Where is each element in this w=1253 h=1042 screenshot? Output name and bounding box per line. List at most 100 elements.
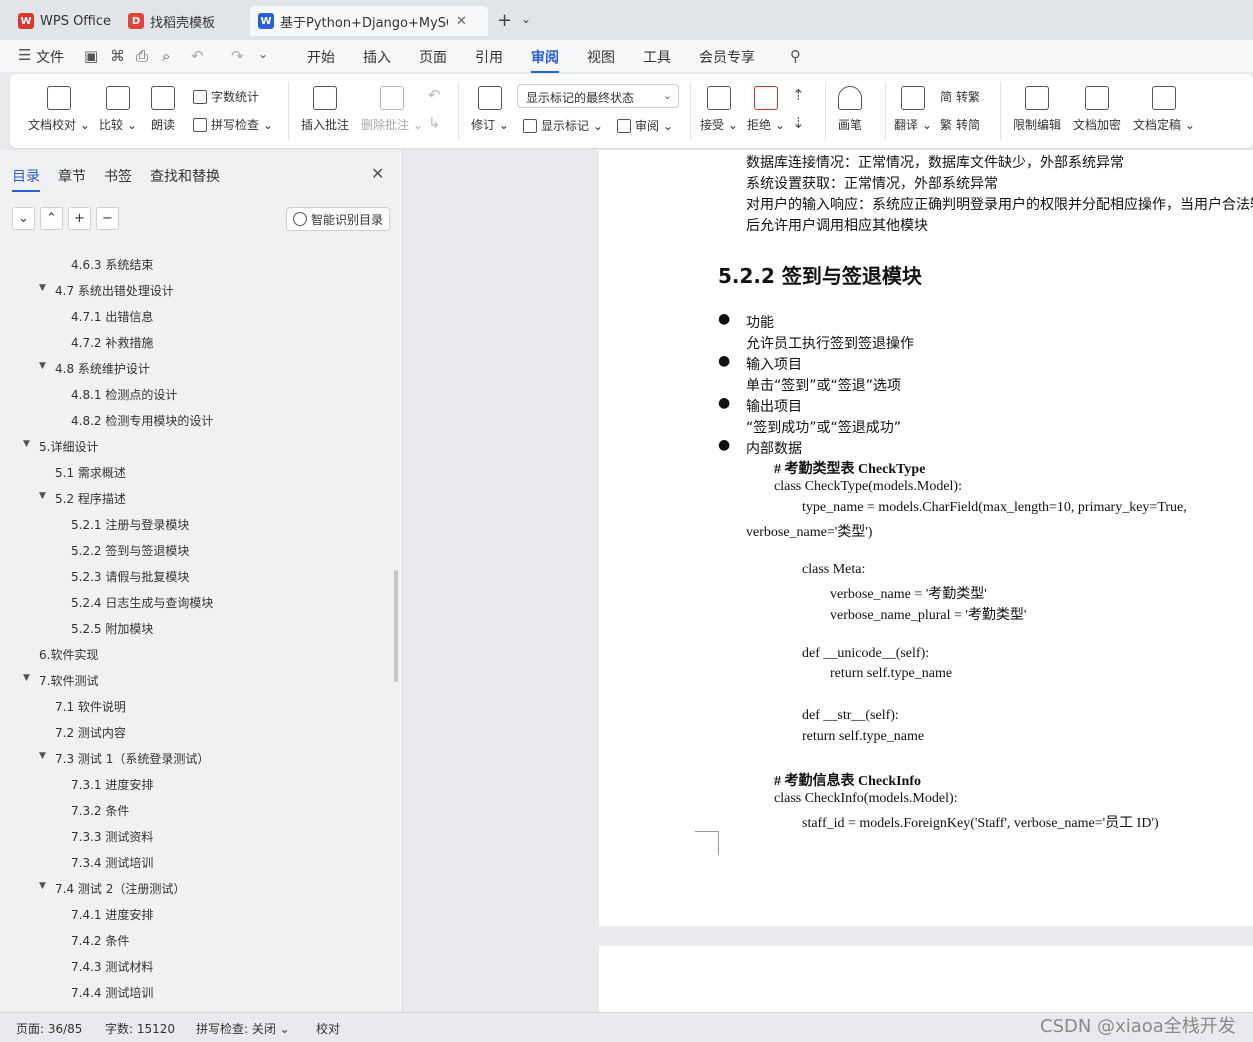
- menu-start[interactable]: 开始: [307, 47, 335, 67]
- encrypt-button[interactable]: 文档加密: [1073, 86, 1121, 133]
- search-icon[interactable]: ⚲: [790, 47, 801, 65]
- smart-toc-button[interactable]: 智能识别目录: [286, 207, 390, 231]
- expand-triangle-icon[interactable]: ▼: [39, 283, 46, 293]
- insert-comment-button[interactable]: 插入批注: [301, 86, 349, 133]
- scrollbar[interactable]: [394, 570, 398, 682]
- accept-button[interactable]: 接受 ⌄: [700, 86, 738, 133]
- expand-triangle-icon[interactable]: ▼: [39, 361, 46, 371]
- expand-triangle-icon[interactable]: ▼: [23, 439, 30, 449]
- finalize-button[interactable]: 文档定稿 ⌄: [1133, 86, 1195, 133]
- remove-heading-button[interactable]: −: [96, 207, 119, 230]
- menu-view[interactable]: 视图: [587, 47, 615, 67]
- previous-comment-icon[interactable]: ↶: [428, 86, 441, 104]
- next-revision-icon[interactable]: ⇣: [792, 114, 805, 132]
- toc-item[interactable]: 6.软件实现: [39, 646, 98, 663]
- review-pane-button[interactable]: 审阅 ⌄: [617, 117, 673, 134]
- chevron-down-icon: ⌄: [18, 211, 29, 226]
- close-icon[interactable]: ✕: [456, 14, 467, 29]
- toc-item[interactable]: 7.4.4 测试培训: [71, 984, 153, 1001]
- revise-button[interactable]: 修订 ⌄: [471, 86, 509, 133]
- nav-tab-find-replace[interactable]: 查找和替换: [150, 166, 220, 186]
- menu-file[interactable]: 文件: [36, 47, 64, 67]
- show-marks-button[interactable]: 显示标记 ⌄: [523, 117, 603, 134]
- menu-review[interactable]: 审阅: [531, 47, 559, 73]
- nav-tab-chapters[interactable]: 章节: [58, 166, 86, 186]
- new-tab-icon[interactable]: +: [497, 10, 512, 31]
- toc-item[interactable]: 7.2 测试内容: [55, 724, 126, 741]
- proofread-status[interactable]: 校对: [316, 1020, 340, 1037]
- translate-button[interactable]: 翻译 ⌄: [894, 86, 932, 133]
- print-icon[interactable]: ⎙: [136, 47, 148, 65]
- toc-item[interactable]: 5.2.3 请假与批复模块: [71, 568, 189, 585]
- more-icon[interactable]: ⌄: [258, 47, 268, 61]
- toc-item[interactable]: 7.4.3 测试材料: [71, 958, 153, 975]
- next-comment-icon[interactable]: ↳: [428, 114, 441, 132]
- pen-button[interactable]: 画笔: [838, 86, 862, 133]
- add-heading-button[interactable]: +: [68, 207, 91, 230]
- hamburger-icon[interactable]: ☰: [18, 46, 31, 64]
- toc-item[interactable]: ▼ 7.4 测试 2（注册测试）: [39, 880, 185, 897]
- word-count[interactable]: 字数: 15120: [105, 1020, 175, 1037]
- doc-check-button[interactable]: 文档校对 ⌄: [28, 86, 90, 133]
- toc-item[interactable]: ▼ 5.2 程序描述: [39, 490, 126, 507]
- toc-item[interactable]: 5.1 需求概述: [55, 464, 126, 481]
- print-preview-icon[interactable]: ⌕: [162, 47, 170, 65]
- collapse-down-button[interactable]: ⌄: [12, 207, 35, 230]
- toc-item[interactable]: ▼ 7.3 测试 1（系统登录测试）: [39, 750, 209, 767]
- toc-item[interactable]: 7.4.2 条件: [71, 932, 129, 949]
- toc-item[interactable]: ▼ 7.软件测试: [23, 672, 98, 689]
- toc-item[interactable]: 7.4.1 进度安排: [71, 906, 153, 923]
- tab-wps-office[interactable]: W WPS Office: [10, 6, 114, 36]
- menu-member[interactable]: 会员专享: [699, 47, 755, 67]
- expand-triangle-icon[interactable]: ▼: [23, 673, 30, 683]
- menu-tools[interactable]: 工具: [643, 47, 671, 67]
- close-icon[interactable]: ✕: [371, 164, 384, 183]
- toc-item[interactable]: 5.2.1 注册与登录模块: [71, 516, 189, 533]
- toc-item[interactable]: 4.8.2 检测专用模块的设计: [71, 412, 213, 429]
- tab-current-document[interactable]: W 基于Python+Django+MySQL ✕: [250, 6, 488, 36]
- spell-check-button[interactable]: 拼写检查 ⌄: [193, 116, 273, 133]
- expand-triangle-icon[interactable]: ▼: [39, 881, 46, 891]
- compare-button[interactable]: 比较 ⌄: [99, 86, 137, 133]
- to-simplified-button[interactable]: 繁 转简: [940, 116, 980, 133]
- undo-icon[interactable]: ↶: [191, 47, 204, 65]
- delete-comment-button[interactable]: 删除批注 ⌄: [361, 86, 423, 133]
- read-aloud-button[interactable]: 朗读: [151, 86, 175, 133]
- toc-item[interactable]: 4.7.1 出错信息: [71, 308, 153, 325]
- menu-insert[interactable]: 插入: [363, 47, 391, 67]
- toc-item[interactable]: 5.2.5 附加模块: [71, 620, 153, 637]
- nav-tab-bookmarks[interactable]: 书签: [104, 166, 132, 186]
- menu-page[interactable]: 页面: [419, 47, 447, 67]
- toc-item[interactable]: 7.1 软件说明: [55, 698, 126, 715]
- chevron-down-icon[interactable]: ⌄: [521, 12, 531, 26]
- toc-item[interactable]: 5.2.4 日志生成与查询模块: [71, 594, 213, 611]
- redo-icon[interactable]: ↷: [231, 47, 244, 65]
- spell-check-status[interactable]: 拼写检查: 关闭 ⌄: [196, 1020, 290, 1037]
- toc-item[interactable]: 4.7.2 补救措施: [71, 334, 153, 351]
- word-count-button[interactable]: 字数统计: [193, 88, 259, 105]
- toc-item[interactable]: ▼ 4.7 系统出错处理设计: [39, 282, 174, 299]
- toc-item[interactable]: 4.8.1 检测点的设计: [71, 386, 177, 403]
- toc-item[interactable]: 7.3.4 测试培训: [71, 854, 153, 871]
- toc-item[interactable]: 7.3.1 进度安排: [71, 776, 153, 793]
- restrict-edit-button[interactable]: 限制编辑: [1013, 86, 1061, 133]
- toc-item[interactable]: 7.3.2 条件: [71, 802, 129, 819]
- toc-item[interactable]: 5.2.2 签到与签退模块: [71, 542, 189, 559]
- share-icon[interactable]: ⌘: [110, 47, 125, 65]
- page-count[interactable]: 页面: 36/85: [16, 1020, 82, 1037]
- save-icon[interactable]: ▣: [84, 47, 98, 65]
- collapse-up-button[interactable]: ⌃: [40, 207, 63, 230]
- tab-docer[interactable]: D 找稻壳模板: [120, 6, 244, 36]
- toc-item[interactable]: 4.6.3 系统结束: [71, 256, 153, 273]
- menu-reference[interactable]: 引用: [475, 47, 503, 67]
- reject-button[interactable]: 拒绝 ⌄: [747, 86, 785, 133]
- expand-triangle-icon[interactable]: ▼: [39, 491, 46, 501]
- nav-tab-toc[interactable]: 目录: [12, 166, 40, 192]
- expand-triangle-icon[interactable]: ▼: [39, 751, 46, 761]
- to-traditional-button[interactable]: 简 转繁: [940, 88, 980, 105]
- previous-revision-icon[interactable]: ⇡: [792, 86, 805, 104]
- toc-item[interactable]: ▼ 5.详细设计: [23, 438, 98, 455]
- markup-state-select[interactable]: 显示标记的最终状态 ⌄: [517, 84, 679, 108]
- toc-item[interactable]: ▼ 4.8 系统维护设计: [39, 360, 150, 377]
- toc-item[interactable]: 7.3.3 测试资料: [71, 828, 153, 845]
